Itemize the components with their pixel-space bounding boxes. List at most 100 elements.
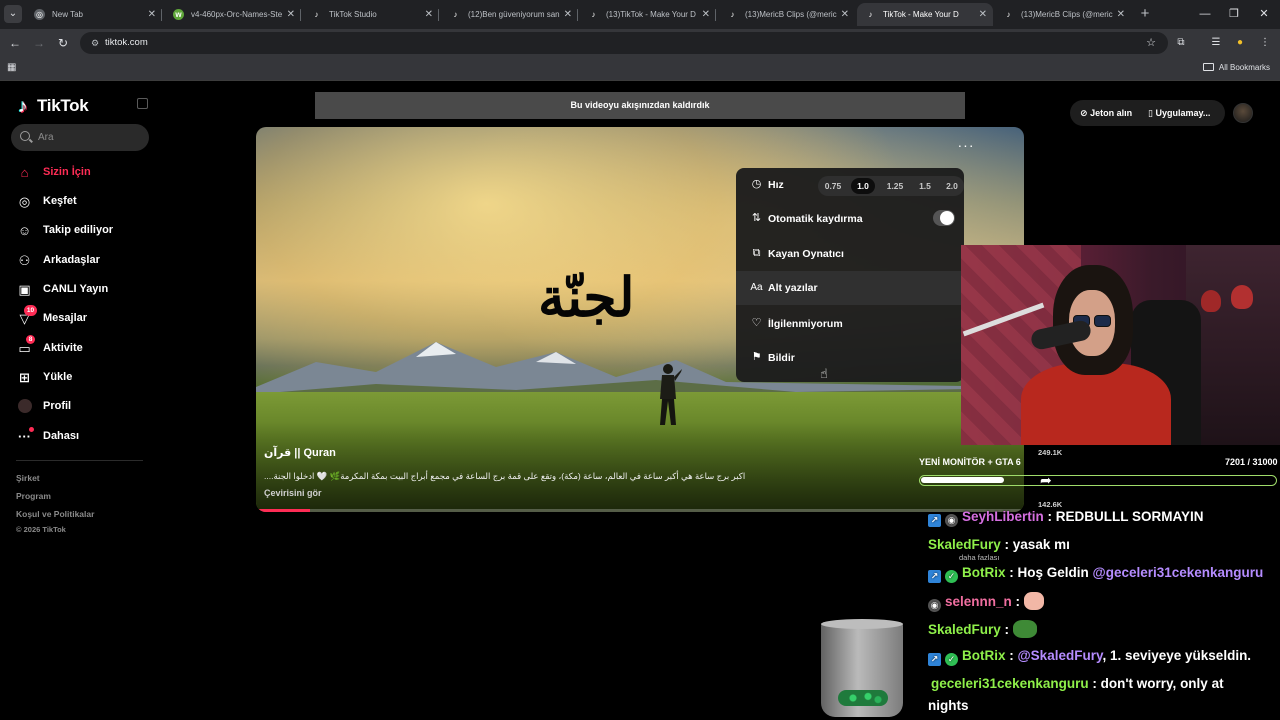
- browser-tab[interactable]: ♪ (13)TikTok - Make Your D ✕: [580, 3, 716, 26]
- extensions-icon[interactable]: ⧉: [1172, 34, 1190, 52]
- sidebar-item-for-you[interactable]: ⌂ Sizin İçin: [16, 161, 91, 183]
- browser-menu-icon[interactable]: ⋮: [1256, 34, 1274, 52]
- close-icon[interactable]: ✕: [1117, 3, 1125, 26]
- more-icon: ···: [16, 426, 34, 445]
- forward-icon[interactable]: →: [30, 34, 48, 52]
- sidebar-item-profile[interactable]: Profil: [16, 395, 71, 417]
- get-coins-button[interactable]: ⊘ Jeton alın: [1080, 100, 1132, 126]
- sidebar-item-friends[interactable]: ⚇ Arkadaşlar: [16, 249, 100, 271]
- speed-option[interactable]: 0.75: [821, 178, 845, 194]
- sidebar-item-live[interactable]: ▣ CANLI Yayın: [16, 278, 108, 300]
- sidebar-item-label: Aktivite: [43, 342, 83, 354]
- sidebar-item-following[interactable]: ☺ Takip ediliyor: [16, 219, 113, 241]
- apps-grid-icon[interactable]: ▦: [7, 62, 21, 76]
- speed-option-selected[interactable]: 1.0: [851, 178, 875, 194]
- reload-icon[interactable]: ↻: [54, 34, 72, 52]
- tiktok-icon: ♪: [314, 10, 319, 19]
- bookmark-star-icon[interactable]: ☆: [1146, 32, 1156, 54]
- autoscroll-toggle[interactable]: [933, 210, 955, 226]
- person-figure: [660, 364, 682, 425]
- sidebar-item-upload[interactable]: ⊞ Yükle: [16, 366, 72, 388]
- tiktok-icon: ♪: [868, 10, 873, 19]
- minimize-icon[interactable]: —: [1190, 0, 1220, 29]
- friends-icon: ⚇: [18, 252, 31, 268]
- profile-icon[interactable]: ●: [1231, 34, 1249, 52]
- prime-badge-icon: ↗: [928, 570, 941, 583]
- speed-option[interactable]: 1.25: [881, 178, 909, 194]
- menu-autoscroll[interactable]: ⇅ Otomatik kaydırma: [736, 202, 964, 236]
- browser-tab-active[interactable]: ♪ TikTok - Make Your D ✕: [857, 3, 993, 26]
- chat-username: BotRix: [962, 648, 1006, 663]
- close-icon[interactable]: ✕: [287, 3, 295, 26]
- browser-tab[interactable]: ♪ (12)Ben güveniyorum san ✕: [442, 3, 578, 26]
- media-control-icon[interactable]: ☰: [1207, 34, 1225, 52]
- sidebar-item-explore[interactable]: ◎ Keşfet: [16, 190, 77, 212]
- chat-mention: @geceleri31cekenkanguru: [1092, 565, 1264, 580]
- not-interested-label: İlgilenmiyorum: [768, 318, 843, 330]
- live-icon: ▣: [18, 281, 31, 297]
- collapse-sidebar-icon[interactable]: [137, 98, 148, 109]
- captions-icon: Aa: [750, 282, 763, 293]
- close-window-icon[interactable]: ✕: [1249, 0, 1279, 29]
- back-icon[interactable]: ←: [6, 34, 24, 52]
- bookmarks-bar: ▦ All Bookmarks: [0, 57, 1280, 81]
- get-app-button[interactable]: ▯ Uygulamay...: [1148, 100, 1210, 126]
- more-options-icon[interactable]: ···: [955, 138, 977, 154]
- activity-badge: 8: [26, 334, 35, 344]
- tab-title: TikTok Studio: [329, 10, 377, 19]
- address-bar[interactable]: ⚙ tiktok.com ☆: [80, 32, 1168, 54]
- sidebar-item-label: Yükle: [43, 371, 73, 383]
- sidebar-item-messages[interactable]: ▽ 10 Mesajlar: [16, 304, 87, 329]
- footer-link-program[interactable]: Program: [16, 491, 51, 501]
- see-translation-link[interactable]: Çevirisini gör: [264, 488, 322, 498]
- video-author[interactable]: قرآن || Quran: [264, 446, 336, 459]
- browser-tab[interactable]: ♪ TikTok Studio ✕: [303, 3, 439, 26]
- speed-option[interactable]: 1.5: [913, 178, 937, 194]
- sidebar-item-more[interactable]: ··· Dahası: [16, 425, 79, 447]
- sub-badge-icon: ◉: [945, 514, 958, 527]
- menu-report[interactable]: ⚑ Bildir: [736, 341, 964, 375]
- video-progress-bar[interactable]: [256, 509, 1024, 512]
- search-input[interactable]: Ara: [11, 124, 149, 151]
- all-bookmarks-button[interactable]: All Bookmarks: [1202, 57, 1270, 79]
- video-options-menu: ◷ Hız 0.75 1.0 1.25 1.5 2.0 ⇅ Otomatik k…: [736, 168, 964, 382]
- menu-floating-player[interactable]: ⧉ Kayan Oynatıcı: [736, 237, 964, 271]
- footer-link-terms[interactable]: Koşul ve Politikalar: [16, 509, 94, 519]
- floating-player-label: Kayan Oynatıcı: [768, 248, 844, 260]
- restore-icon[interactable]: ❐: [1219, 0, 1249, 29]
- close-icon[interactable]: ✕: [425, 3, 433, 26]
- browser-tab[interactable]: w v4-460px-Orc-Names-Ste ✕: [165, 3, 301, 26]
- video-shade: [256, 422, 1024, 512]
- chat-message: SkaledFury : yasak mı: [928, 537, 1070, 552]
- sub-badge-icon: ◉: [928, 599, 941, 612]
- copyright: © 2026 TikTok: [16, 525, 66, 534]
- share-icon[interactable]: ➦: [1040, 472, 1052, 489]
- user-avatar[interactable]: [1233, 103, 1253, 123]
- autoscroll-label: Otomatik kaydırma: [768, 213, 863, 225]
- close-icon[interactable]: ✕: [702, 3, 710, 26]
- brand-name: TikTok: [37, 96, 89, 115]
- close-icon[interactable]: ✕: [841, 3, 849, 26]
- video-overlay-text: لجنّة: [538, 265, 635, 329]
- url-text: tiktok.com: [105, 37, 148, 48]
- close-icon[interactable]: ✕: [564, 3, 572, 26]
- close-icon[interactable]: ✕: [979, 3, 987, 26]
- following-icon: ☺: [17, 222, 32, 238]
- close-icon[interactable]: ✕: [148, 3, 156, 26]
- tiktok-logo[interactable]: ♪ ♪ ♪ TikTok: [16, 95, 89, 118]
- sidebar-item-activity[interactable]: ▭ 8 Aktivite: [16, 334, 83, 359]
- tab-title: (13)MericB Clips (@meric: [1021, 10, 1113, 19]
- flag-icon: ⚑: [751, 351, 762, 363]
- browser-tab[interactable]: ♪ (13)MericB Clips (@meric ✕: [719, 3, 855, 26]
- new-tab-button[interactable]: +: [1136, 5, 1154, 23]
- browser-tab[interactable]: ♪ (13)MericB Clips (@meric ✕: [995, 3, 1131, 26]
- chat-username: selennn_n: [945, 594, 1012, 609]
- browser-tab[interactable]: ◎ New Tab ✕: [26, 3, 162, 26]
- tab-search-icon[interactable]: ⌄: [4, 5, 22, 23]
- speed-option[interactable]: 2.0: [940, 178, 964, 194]
- header-actions: ⊘ Jeton alın ▯ Uygulamay...: [1070, 100, 1225, 126]
- site-info-icon[interactable]: ⚙: [88, 36, 102, 50]
- footer-link-company[interactable]: Şirket: [16, 473, 40, 483]
- menu-not-interested[interactable]: ♡ İlgilenmiyorum: [736, 307, 964, 341]
- menu-captions[interactable]: Aa Alt yazılar: [736, 271, 964, 305]
